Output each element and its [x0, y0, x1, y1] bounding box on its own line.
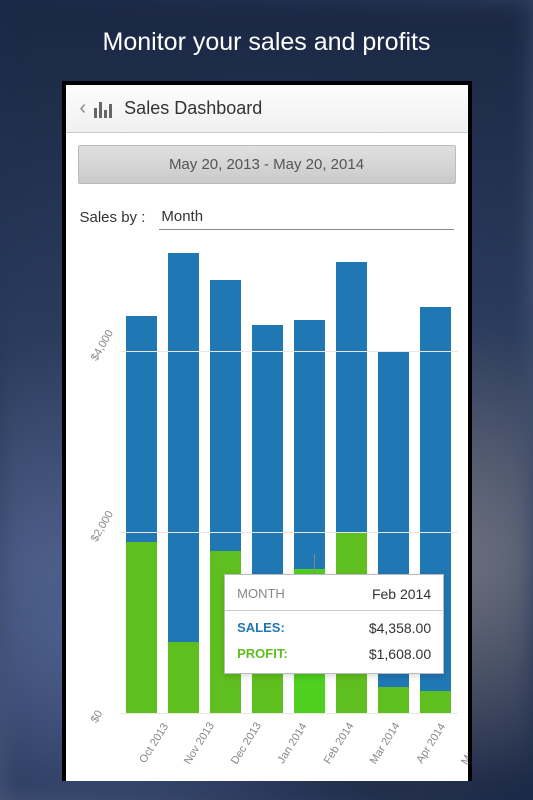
tooltip-profit-value: $1,608.00 [369, 646, 431, 662]
x-tick: Feb 2014 [315, 716, 357, 766]
x-tick: May 2014 [453, 716, 472, 768]
y-axis: $0 $2,000 $4,000 [72, 244, 120, 724]
x-tick: Mar 2014 [361, 716, 403, 766]
x-tick: Nov 2013 [175, 716, 217, 767]
y-tick: $0 [88, 681, 120, 725]
x-tick: Jan 2014 [269, 717, 310, 766]
back-icon[interactable]: ‹ [76, 97, 91, 120]
sales-chart[interactable]: $0 $2,000 $4,000 Oct 2013Nov 2013Dec 2013J… [72, 244, 462, 754]
profit-bar [126, 542, 156, 714]
tooltip-profit-label: PROFIT: [237, 646, 288, 662]
app-header: ‹ Sales Dashboard [66, 85, 468, 133]
x-axis: Oct 2013Nov 2013Dec 2013Jan 2014Feb 2014… [120, 736, 458, 756]
x-tick: Apr 2014 [407, 717, 448, 765]
profit-bar [420, 691, 450, 714]
sales-by-select[interactable]: Month [159, 204, 453, 230]
x-tick: Dec 2013 [222, 716, 264, 767]
tooltip-sales-label: SALES: [237, 620, 285, 636]
tooltip-month-value: Feb 2014 [372, 586, 431, 602]
x-tick: Oct 2013 [130, 717, 171, 765]
bar-column[interactable] [122, 244, 162, 714]
y-tick: $4,000 [88, 319, 120, 363]
y-tick: $2,000 [88, 500, 120, 544]
bar-chart-icon[interactable] [94, 100, 116, 118]
chart-tooltip: MONTH Feb 2014 SALES: $4,358.00 PROFIT: … [224, 574, 444, 674]
tooltip-month-label: MONTH [237, 586, 285, 602]
marketing-headline: Monitor your sales and profits [0, 0, 533, 81]
app-screen: ‹ Sales Dashboard May 20, 2013 - May 20,… [62, 81, 472, 781]
page-title: Sales Dashboard [124, 98, 262, 119]
tooltip-pointer [314, 554, 315, 574]
tooltip-sales-value: $4,358.00 [369, 620, 431, 636]
profit-bar [168, 642, 198, 714]
bar-column[interactable] [164, 244, 204, 714]
filter-label: Sales by : [80, 209, 146, 226]
profit-bar [378, 687, 408, 714]
filter-row: Sales by : Month [66, 196, 468, 234]
date-range-button[interactable]: May 20, 2013 - May 20, 2014 [78, 145, 456, 184]
profit-bar [252, 669, 282, 714]
